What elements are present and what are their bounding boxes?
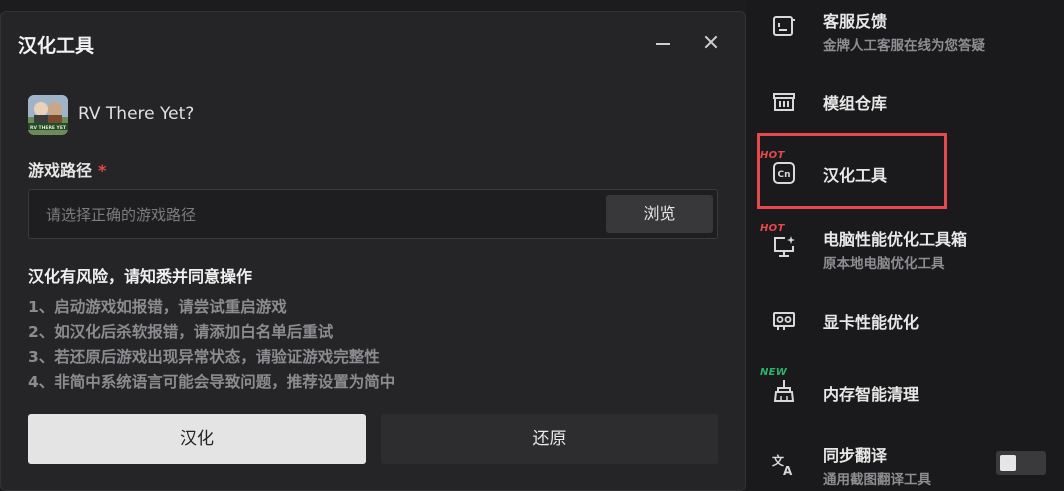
toggle-knob (1000, 455, 1016, 471)
sidebar-item-subtitle: 通用截图翻译工具 (823, 472, 931, 488)
sidebar-item-label: 模组仓库 (823, 94, 888, 113)
sidebar-item-pc-optimizer[interactable]: HOT 电脑性能优化工具箱 原本地电脑优化工具 (746, 218, 1064, 284)
close-button[interactable] (700, 31, 722, 53)
translate-icon: 文 A (772, 453, 793, 477)
sidebar-item-label: 汉化工具 (823, 166, 888, 185)
cn-icon: Cn (773, 162, 795, 184)
svg-text:RV THERE YET: RV THERE YET (30, 125, 67, 131)
sidebar-item-label: 同步翻译 (823, 446, 888, 465)
sidebar-item-support[interactable]: 客服反馈 金牌人工客服在线为您答疑 (746, 0, 1064, 64)
sidebar-item-label: 电脑性能优化工具箱 (823, 230, 968, 249)
localization-dialog: 汉化工具 RV THERE YET RV There Yet? 游戏路径* 浏览… (0, 11, 746, 491)
dialog-title: 汉化工具 (18, 35, 95, 57)
risk-tips-list: 1、启动游戏如报错，请尝试重启游戏 2、如汉化后杀软报错，请添加白名单后重试 3… (28, 295, 395, 395)
sidebar-item-label: 客服反馈 (823, 12, 888, 31)
sidebar: 客服反馈 金牌人工客服在线为您答疑 模组仓库 HOT Cn 汉化工具 HOT 电 (746, 0, 1064, 491)
restore-button[interactable]: 还原 (381, 414, 718, 464)
required-mark: * (98, 161, 107, 180)
monitor-sparkle-icon (774, 236, 795, 257)
path-label: 游戏路径 * (28, 161, 107, 180)
hot-badge: HOT (760, 223, 785, 234)
minimize-icon (656, 43, 670, 45)
list-item: 3、若还原后游戏出现异常状态，请验证游戏完整性 (28, 348, 380, 366)
list-item: 2、如汉化后杀软报错，请添加白名单后重试 (28, 323, 334, 341)
sidebar-item-memory-cleaner[interactable]: NEW 内存智能清理 (746, 362, 1064, 422)
sidebar-item-gpu-optimizer[interactable]: 显卡性能优化 (746, 290, 1064, 350)
store-icon (773, 93, 795, 111)
browse-button[interactable]: 浏览 (606, 195, 713, 233)
sidebar-item-mod-store[interactable]: 模组仓库 (746, 70, 1064, 130)
translate-toggle[interactable] (996, 451, 1046, 475)
support-icon (773, 16, 795, 36)
risk-title: 汉化有风险，请知悉并同意操作 (28, 267, 253, 286)
new-badge: NEW (760, 367, 788, 378)
list-item: 1、启动游戏如报错，请尝试重启游戏 (28, 298, 287, 316)
gpu-icon (773, 312, 795, 330)
game-name: RV There Yet? (78, 104, 195, 124)
path-field-container: 浏览 (28, 189, 718, 240)
sidebar-item-subtitle: 原本地电脑优化工具 (823, 256, 945, 272)
sidebar-item-localization-tool[interactable]: HOT Cn 汉化工具 (746, 140, 1064, 206)
list-item: 4、非简中系统语言可能会导致问题，推荐设置为简中 (28, 373, 396, 391)
game-path-input[interactable] (44, 190, 608, 240)
broom-icon (773, 380, 795, 402)
game-thumbnail: RV THERE YET (28, 95, 68, 135)
svg-text:Cn: Cn (777, 170, 790, 180)
sidebar-item-label: 显卡性能优化 (823, 313, 920, 332)
apply-localization-button[interactable]: 汉化 (28, 414, 366, 464)
sidebar-item-label: 内存智能清理 (823, 385, 920, 404)
svg-text:A: A (783, 464, 793, 477)
sidebar-item-subtitle: 金牌人工客服在线为您答疑 (823, 38, 985, 54)
